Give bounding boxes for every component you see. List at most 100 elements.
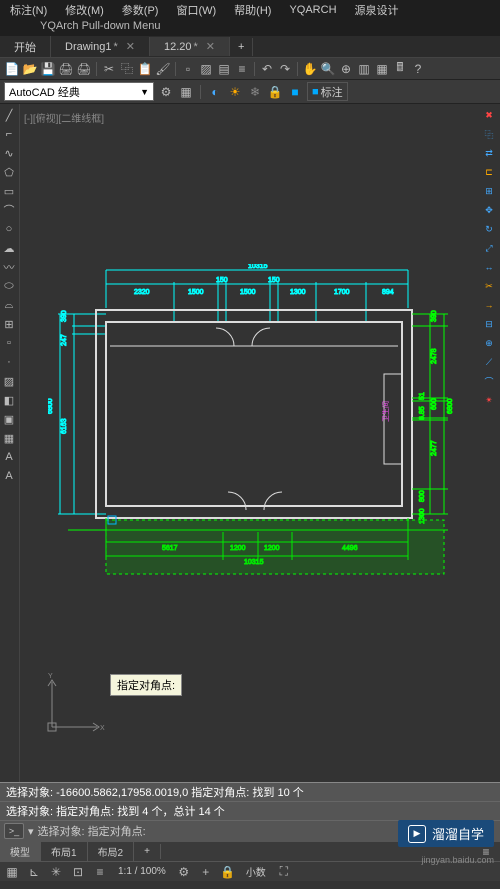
command-history-2: 选择对象: 指定对角点: 找到 4 个，总计 14 个 [0, 802, 500, 821]
break-icon[interactable]: ⊟ [480, 315, 498, 333]
extend-icon[interactable]: → [480, 296, 498, 314]
props-icon[interactable]: ≡ [234, 61, 250, 77]
tab-layout2[interactable]: 布局2 [88, 842, 135, 861]
join-icon[interactable]: ⊕ [480, 334, 498, 352]
hatch2-icon[interactable]: ▨ [0, 372, 18, 390]
tab-drawing1[interactable]: Drawing1*✕ [51, 37, 150, 56]
text-icon[interactable]: A [0, 448, 18, 466]
tab-start[interactable]: 开始 [0, 36, 51, 58]
lock-icon[interactable]: 🔒 [267, 84, 283, 100]
move-icon[interactable]: ✥ [480, 201, 498, 219]
print-icon[interactable]: 🖨 [58, 61, 74, 77]
annotation-label[interactable]: ■标注 [307, 82, 348, 101]
gear2-icon[interactable]: ⚙ [176, 864, 192, 880]
viewport-label[interactable]: [-][俯视][二维线框] [24, 110, 104, 125]
color-icon[interactable]: ■ [287, 84, 303, 100]
tab-add[interactable]: + [230, 38, 253, 56]
hatch-icon[interactable]: ▨ [198, 61, 214, 77]
light-icon[interactable]: ◐ [207, 84, 223, 100]
region-icon[interactable]: ▣ [0, 410, 18, 428]
rotate-icon[interactable]: ↻ [480, 220, 498, 238]
status-decimal[interactable]: 小数 [242, 864, 270, 879]
osnap-icon[interactable]: ⊡ [70, 864, 86, 880]
tab-1220[interactable]: 12.20*✕ [150, 37, 230, 56]
mtext-icon[interactable]: A [0, 467, 18, 485]
spline-icon[interactable]: 〰 [0, 258, 18, 276]
revcloud-icon[interactable]: ☁ [0, 239, 18, 257]
insert-icon[interactable]: ⊞ [0, 315, 18, 333]
ellipsearc-icon[interactable]: ⌓ [0, 296, 18, 314]
workspace-dropdown[interactable]: AutoCAD 经典▼ [4, 82, 154, 101]
explode-icon[interactable]: ✴ [480, 391, 498, 409]
tab-layout1[interactable]: 布局1 [41, 842, 88, 861]
help-icon[interactable]: ? [410, 61, 426, 77]
svg-text:600: 600 [431, 398, 438, 410]
svg-text:2478: 2478 [431, 348, 438, 364]
status-scale[interactable]: 1:1 / 100% [114, 866, 170, 877]
menu-annotate[interactable]: 标注(N) [10, 2, 47, 18]
grid-snap-icon[interactable]: ▦ [4, 864, 20, 880]
tool-icon[interactable]: ▦ [374, 61, 390, 77]
open-icon[interactable]: 📂 [22, 61, 38, 77]
pan-icon[interactable]: ✋ [302, 61, 318, 77]
erase-icon[interactable]: ✖ [480, 106, 498, 124]
copy-icon[interactable]: ⿻ [119, 61, 135, 77]
paste-icon[interactable]: 📋 [137, 61, 153, 77]
subtitle: YQArch Pull-down Menu [0, 20, 500, 36]
block-icon[interactable]: ▫ [180, 61, 196, 77]
point-icon[interactable]: · [0, 353, 18, 371]
svg-text:247: 247 [61, 334, 68, 346]
fullscreen-icon[interactable]: ⛶ [276, 864, 292, 880]
gradient-icon[interactable]: ◧ [0, 391, 18, 409]
rect-icon[interactable]: ▭ [0, 182, 18, 200]
mirror-icon[interactable]: ⇄ [480, 144, 498, 162]
add-scale-icon[interactable]: + [198, 864, 214, 880]
table-icon[interactable]: ▦ [0, 429, 18, 447]
canvas[interactable]: [-][俯视][二维线框] 10315 2320 1500 [20, 104, 500, 782]
redo-icon[interactable]: ↷ [277, 61, 293, 77]
polar-icon[interactable]: ✳ [48, 864, 64, 880]
orbit-icon[interactable]: ⊕ [338, 61, 354, 77]
ellipse-icon[interactable]: ⬭ [0, 277, 18, 295]
lock2-icon[interactable]: 🔒 [220, 864, 236, 880]
menu-help[interactable]: 帮助(H) [234, 2, 271, 18]
menu-window[interactable]: 窗口(W) [176, 2, 216, 18]
new-icon[interactable]: 📄 [4, 61, 20, 77]
sheet-icon[interactable]: ▥ [356, 61, 372, 77]
lwt-icon[interactable]: ≡ [92, 864, 108, 880]
tab-layout-add[interactable]: + [134, 844, 161, 859]
arc-icon[interactable]: ⌒ [0, 201, 18, 219]
sun-icon[interactable]: ☀ [227, 84, 243, 100]
polygon-icon[interactable]: ⬠ [0, 163, 18, 181]
stretch-icon[interactable]: ↔ [480, 258, 498, 276]
copy2-icon[interactable]: ⿻ [480, 125, 498, 143]
fillet-icon[interactable]: ⌒ [480, 372, 498, 390]
cut-icon[interactable]: ✂ [101, 61, 117, 77]
freeze-icon[interactable]: ❄ [247, 84, 263, 100]
tab-model[interactable]: 模型 [0, 842, 41, 861]
menu-yqarch[interactable]: YQARCH [289, 4, 336, 16]
trim-icon[interactable]: ✂ [480, 277, 498, 295]
scale-icon[interactable]: ⤢ [480, 239, 498, 257]
save-icon[interactable]: 💾 [40, 61, 56, 77]
gear-icon[interactable]: ⚙ [158, 84, 174, 100]
plot-icon[interactable]: 🖨 [76, 61, 92, 77]
menu-params[interactable]: 参数(P) [122, 2, 159, 18]
line-icon[interactable]: ╱ [0, 106, 18, 124]
offset-icon[interactable]: ⊏ [480, 163, 498, 181]
chamfer-icon[interactable]: ⟋ [480, 353, 498, 371]
polyline-icon[interactable]: ⌐ [0, 125, 18, 143]
menu-yuanquan[interactable]: 源泉设计 [355, 2, 399, 18]
calc-icon[interactable]: 🖩 [392, 61, 408, 77]
match-icon[interactable]: 🖌 [155, 61, 171, 77]
zoom-icon[interactable]: 🔍 [320, 61, 336, 77]
menu-modify[interactable]: 修改(M) [65, 2, 104, 18]
circle-icon[interactable]: ○ [0, 220, 18, 238]
undo-icon[interactable]: ↶ [259, 61, 275, 77]
grid-icon[interactable]: ▦ [178, 84, 194, 100]
pline-icon[interactable]: ∿ [0, 144, 18, 162]
block2-icon[interactable]: ▫ [0, 334, 18, 352]
array-icon[interactable]: ⊞ [480, 182, 498, 200]
ortho-icon[interactable]: ⊾ [26, 864, 42, 880]
layer-icon[interactable]: ▤ [216, 61, 232, 77]
